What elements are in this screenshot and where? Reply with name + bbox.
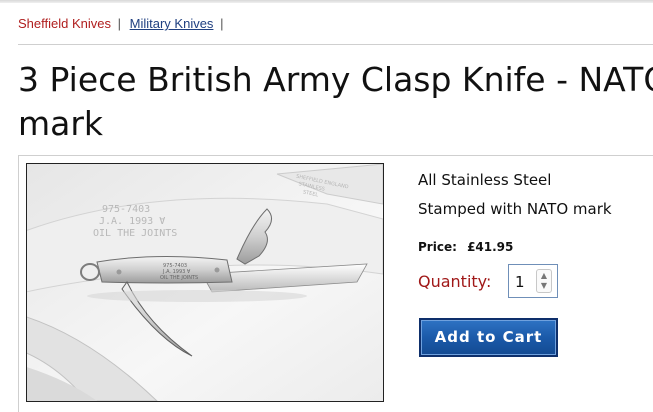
quantity-spinner[interactable]: ▲ ▼: [536, 269, 552, 293]
stamp-line-1: 975-7403: [102, 204, 150, 215]
chevron-down-icon[interactable]: ▼: [539, 281, 549, 291]
product-page: Sheffield Knives | Military Knives | 3 P…: [0, 0, 653, 412]
top-divider: [0, 0, 653, 3]
price-value: £41.95: [467, 240, 514, 254]
breadcrumb: Sheffield Knives | Military Knives |: [18, 16, 228, 31]
feature-nato-mark: Stamped with NATO mark: [418, 200, 612, 218]
stamp-line-3: OIL THE JOINTS: [93, 228, 177, 239]
chevron-up-icon[interactable]: ▲: [539, 271, 549, 281]
page-title: 3 Piece British Army Clasp Knife - NATO …: [18, 60, 653, 143]
product-details: All Stainless Steel Stamped with NATO ma…: [418, 166, 653, 224]
breadcrumb-separator: |: [220, 16, 224, 31]
rivet: [116, 269, 122, 275]
breadcrumb-military-knives[interactable]: Military Knives: [130, 16, 214, 31]
product-image[interactable]: 975-7403 J.A. 1993 Ɐ OIL THE JOINTS SHEF…: [26, 163, 384, 402]
add-to-cart-button[interactable]: Add to Cart: [419, 318, 558, 357]
quantity-label: Quantity:: [418, 272, 492, 291]
breadcrumb-sheffield-knives[interactable]: Sheffield Knives: [18, 16, 111, 31]
quantity-stepper[interactable]: 1 ▲ ▼: [508, 264, 558, 298]
rivet: [214, 267, 220, 273]
breadcrumb-separator: |: [117, 16, 122, 31]
price-row: Price: £41.95: [418, 240, 513, 254]
knife-shadow: [87, 290, 307, 302]
price-label: Price:: [418, 240, 457, 254]
feature-stainless-steel: All Stainless Steel: [418, 171, 552, 189]
breadcrumb-divider: [18, 44, 653, 45]
handle-stamp-3: OIL THE JOINTS: [160, 275, 198, 281]
quantity-value[interactable]: 1: [515, 273, 525, 291]
stamp-line-2: J.A. 1993 Ɐ: [99, 216, 165, 227]
